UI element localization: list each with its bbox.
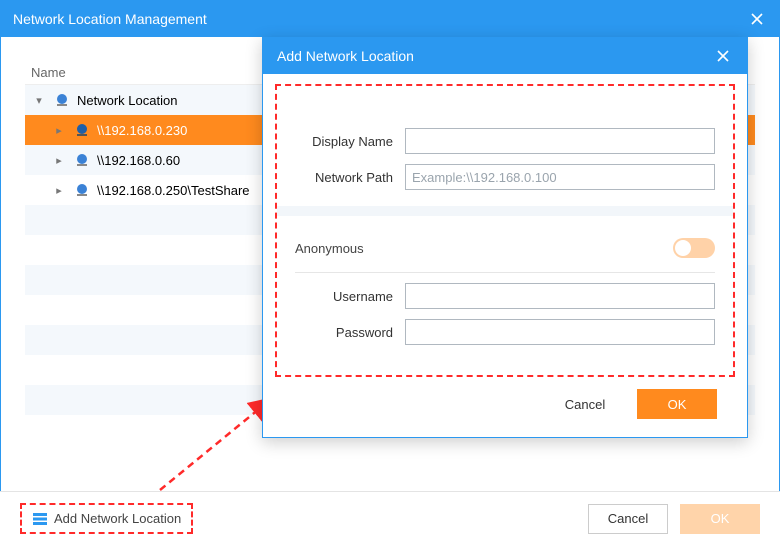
ok-button[interactable]: OK <box>637 389 717 419</box>
divider <box>295 272 715 273</box>
network-icon <box>53 91 71 109</box>
close-icon[interactable] <box>713 46 733 66</box>
display-name-row: Display Name <box>295 128 715 154</box>
network-path-label: Network Path <box>295 170 405 185</box>
dialog-title: Add Network Location <box>277 48 713 64</box>
tree-item-label: \\192.168.0.250\TestShare <box>97 183 250 198</box>
password-row: Password <box>295 319 715 345</box>
close-icon[interactable] <box>747 9 767 29</box>
password-input[interactable] <box>405 319 715 345</box>
add-network-location-button[interactable]: Add Network Location <box>20 503 193 534</box>
network-path-row: Network Path <box>295 164 715 190</box>
network-icon <box>73 151 91 169</box>
network-path-input[interactable] <box>405 164 715 190</box>
username-label: Username <box>295 289 405 304</box>
add-network-location-dialog: Add Network Location Display Name Networ… <box>262 37 748 438</box>
dialog-footer: Cancel OK <box>275 377 735 423</box>
ok-button: OK <box>680 504 760 534</box>
display-name-input[interactable] <box>405 128 715 154</box>
tree-root-label: Network Location <box>77 93 177 108</box>
main-title: Network Location Management <box>13 11 747 27</box>
annotation-highlight: Display Name Network Path Anonymous User… <box>275 84 735 377</box>
dialog-titlebar: Add Network Location <box>263 38 747 74</box>
chevron-right-icon[interactable]: ▸ <box>51 184 67 197</box>
tree-item-label: \\192.168.0.230 <box>97 123 187 138</box>
chevron-right-icon[interactable]: ▸ <box>51 124 67 137</box>
network-icon <box>73 121 91 139</box>
network-icon <box>73 181 91 199</box>
main-footer: Add Network Location Cancel OK <box>0 491 780 545</box>
add-location-icon <box>32 512 48 526</box>
username-row: Username <box>295 283 715 309</box>
anonymous-label: Anonymous <box>295 241 673 256</box>
add-network-location-label: Add Network Location <box>54 511 181 526</box>
anonymous-toggle[interactable] <box>673 238 715 258</box>
username-input[interactable] <box>405 283 715 309</box>
password-label: Password <box>295 325 405 340</box>
tree-item-label: \\192.168.0.60 <box>97 153 180 168</box>
cancel-button[interactable]: Cancel <box>545 389 625 419</box>
cancel-button[interactable]: Cancel <box>588 504 668 534</box>
dialog-body: Display Name Network Path Anonymous User… <box>263 74 747 437</box>
chevron-down-icon[interactable]: ▾ <box>31 94 47 107</box>
display-name-label: Display Name <box>295 134 405 149</box>
anonymous-row: Anonymous <box>295 232 715 266</box>
main-titlebar: Network Location Management <box>1 1 779 37</box>
chevron-right-icon[interactable]: ▸ <box>51 154 67 167</box>
